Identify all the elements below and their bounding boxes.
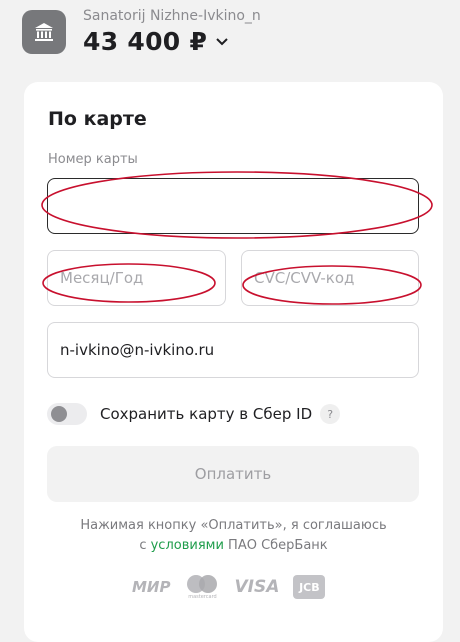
payment-amount: 43 400 ₽: [83, 27, 208, 56]
form-title: По карте: [48, 108, 147, 130]
merchant-logo: [22, 10, 66, 54]
chevron-down-icon[interactable]: [215, 35, 229, 49]
mastercard-circles-icon: [187, 575, 218, 593]
save-card-toggle[interactable]: [47, 403, 87, 425]
expiry-input[interactable]: [47, 250, 226, 306]
pay-button[interactable]: Оплатить: [47, 446, 419, 502]
help-icon[interactable]: ?: [320, 404, 341, 424]
jcb-logo: JCB: [293, 575, 326, 599]
payment-header: Sanatorij Nizhne-Ivkino_n 43 400 ₽: [22, 8, 442, 68]
card-number-input[interactable]: [47, 178, 419, 234]
payment-system-logos: МИР mastercard VISA JCB: [132, 574, 332, 600]
toggle-knob: [51, 406, 67, 422]
visa-logo: VISA: [234, 577, 280, 597]
bank-building-icon: [35, 23, 53, 41]
card-number-label: Номер карты: [48, 152, 138, 167]
save-card-row: Сохранить карту в Сбер ID ?: [47, 402, 341, 426]
agreement-text: Нажимая кнопку «Оплатить», я соглашаюсь …: [24, 516, 443, 556]
amount-selector[interactable]: 43 400 ₽: [83, 27, 229, 56]
terms-link[interactable]: условиями: [151, 538, 224, 553]
cvc-input[interactable]: [241, 250, 419, 306]
agreement-line-1: Нажимая кнопку «Оплатить», я соглашаюсь: [80, 518, 387, 533]
mastercard-logo: mastercard: [184, 574, 220, 600]
agreement-line-2: с условиями ПАО СберБанк: [139, 538, 328, 553]
merchant-name: Sanatorij Nizhne-Ivkino_n: [83, 8, 261, 24]
save-card-label: Сохранить карту в Сбер ID: [100, 405, 313, 423]
email-input[interactable]: [47, 322, 419, 378]
mir-logo: МИР: [132, 578, 171, 596]
card-payment-form: По карте Номер карты Сохранить карту в С…: [24, 82, 443, 642]
